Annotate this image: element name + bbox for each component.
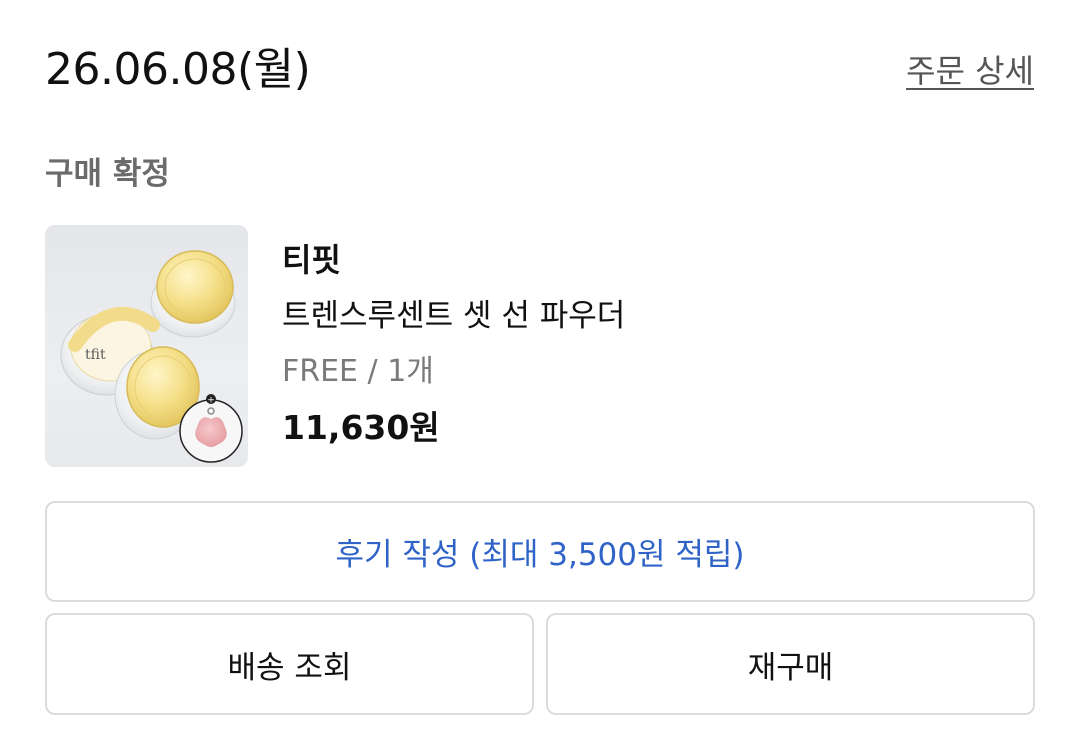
loose-powder-product-image: tfit + <box>60 250 243 463</box>
product-option: FREE / 1개 <box>282 354 434 389</box>
product-thumbnail[interactable]: tfit + <box>45 225 248 467</box>
order-status-label: 구매 확정 <box>45 156 170 192</box>
reorder-button[interactable]: 재구매 <box>546 613 1035 715</box>
order-detail-link[interactable]: 주문 상세 <box>906 52 1034 90</box>
product-info[interactable]: 티핏 트렌스루센트 셋 선 파우더 FREE / 1개 11,630원 <box>282 238 625 450</box>
svg-text:tfit: tfit <box>85 347 106 363</box>
order-date: 26.06.08(월) <box>45 44 311 95</box>
track-delivery-button[interactable]: 배송 조회 <box>45 613 534 715</box>
product-price: 11,630원 <box>282 408 440 447</box>
product-name: 트렌스루센트 셋 선 파우더 <box>282 298 626 334</box>
product-brand: 티핏 <box>282 241 341 279</box>
svg-text:+: + <box>207 396 215 406</box>
write-review-button[interactable]: 후기 작성 (최대 3,500원 적립) <box>45 501 1035 602</box>
